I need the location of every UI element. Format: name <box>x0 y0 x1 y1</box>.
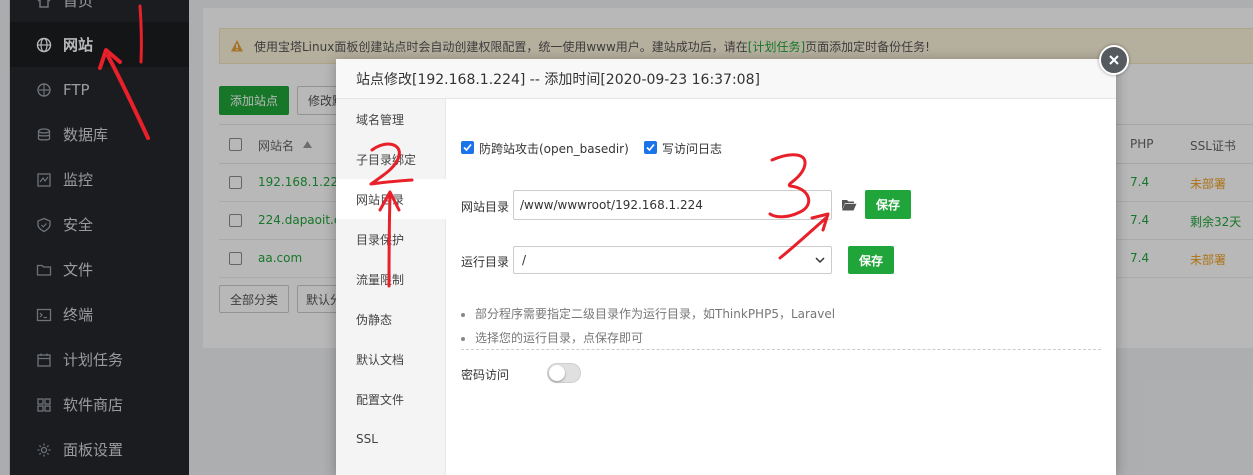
checkmark-icon <box>463 143 472 152</box>
run-dir-value: / <box>522 253 527 267</box>
dialog-menu-subdir-binding[interactable]: 子目录绑定 <box>336 139 446 179</box>
hint-run-dir-2: 选择您的运行目录，点保存即可 <box>461 329 643 346</box>
dialog-menu: 域名管理 子目录绑定 网站目录 目录保护 流量限制 伪静态 默认文档 配置文件 … <box>336 99 447 475</box>
access-log-checkbox[interactable] <box>644 141 657 154</box>
folder-open-icon[interactable] <box>841 198 857 212</box>
site-edit-dialog: 站点修改[192.168.1.224] -- 添加时间[2020-09-23 1… <box>336 59 1116 475</box>
toggle-knob <box>549 365 565 381</box>
dialog-menu-config-file[interactable]: 配置文件 <box>336 379 446 419</box>
dialog-menu-site-directory[interactable]: 网站目录 <box>336 179 447 219</box>
checkmark-icon <box>646 143 655 152</box>
dialog-menu-traffic-limit[interactable]: 流量限制 <box>336 259 446 299</box>
dialog-menu-rewrite[interactable]: 伪静态 <box>336 299 446 339</box>
hint-text: 选择您的运行目录，点保存即可 <box>475 331 644 345</box>
dialog-menu-default-doc[interactable]: 默认文档 <box>336 339 446 379</box>
hint-run-dir-1: 部分程序需要指定二级目录作为运行目录，如ThinkPHP5，Laravel <box>461 305 835 322</box>
run-dir-label: 运行目录 <box>461 255 510 269</box>
access-log-label[interactable]: 写访问日志 <box>662 140 722 157</box>
password-access-label: 密码访问 <box>461 368 510 382</box>
dialog-body: 防跨站攻击(open_basedir) 写访问日志 网站目录 /www/wwwr… <box>446 99 1116 475</box>
site-dir-label: 网站目录 <box>461 200 510 214</box>
bullet-dot <box>461 336 465 341</box>
close-icon <box>1109 55 1119 65</box>
dialog-title: 站点修改[192.168.1.224] -- 添加时间[2020-09-23 1… <box>336 59 1116 99</box>
chevron-down-icon <box>815 257 825 264</box>
anti-xss-checkbox[interactable] <box>461 141 474 154</box>
save-run-dir-button[interactable]: 保存 <box>848 246 894 274</box>
dialog-menu-dir-protection[interactable]: 目录保护 <box>336 219 446 259</box>
hint-text: 部分程序需要指定二级目录作为运行目录，如ThinkPHP5，Laravel <box>475 307 836 321</box>
dialog-menu-domain[interactable]: 域名管理 <box>336 99 446 139</box>
site-dir-input[interactable]: /www/wwwroot/192.168.1.224 <box>513 190 832 220</box>
run-dir-select[interactable]: / <box>513 246 832 274</box>
section-divider <box>461 349 1101 350</box>
close-dialog-button[interactable] <box>1099 45 1129 75</box>
password-access-toggle[interactable] <box>547 363 581 383</box>
dialog-menu-ssl[interactable]: SSL <box>336 419 446 459</box>
save-site-dir-button[interactable]: 保存 <box>865 190 911 219</box>
bullet-dot <box>461 312 465 317</box>
anti-xss-label[interactable]: 防跨站攻击(open_basedir) <box>479 140 629 157</box>
